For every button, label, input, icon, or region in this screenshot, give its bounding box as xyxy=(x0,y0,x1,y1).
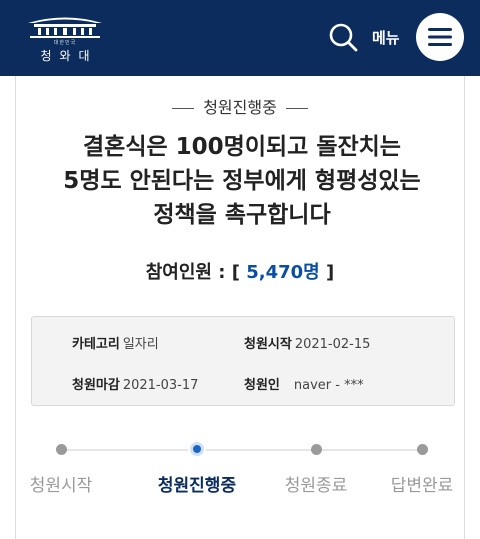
progress-step-answered[interactable]: 답변완료 xyxy=(367,440,477,496)
progress-dot-active xyxy=(190,442,204,456)
menu-label[interactable]: 메뉴 xyxy=(372,27,400,48)
info-start-label: 청원시작 xyxy=(244,337,292,352)
participant-count-value: 5,470명 xyxy=(246,262,320,283)
progress-step-in-progress[interactable]: 청원진행중 xyxy=(142,440,252,496)
info-end-value: 2021-03-17 xyxy=(122,378,199,393)
petition-progress-bar: 청원시작 청원진행중 청원종료 답변완료 xyxy=(0,440,480,500)
logo-subtitle: 대한민국 xyxy=(53,40,77,46)
info-start-value: 2021-02-15 xyxy=(294,337,371,352)
info-author: 청원인 naver - *** xyxy=(244,374,364,393)
participant-count-suffix: ] xyxy=(326,262,335,283)
progress-dot xyxy=(310,444,322,455)
petition-status-label: 청원진행중 xyxy=(203,98,277,117)
search-icon xyxy=(329,23,358,52)
progress-step-label: 청원시작 xyxy=(29,476,93,496)
search-button[interactable] xyxy=(326,20,360,54)
progress-step-closed[interactable]: 청원종료 xyxy=(261,440,371,496)
info-end-label: 청원마감 xyxy=(72,378,120,393)
site-header: 대한민국 청와대 메뉴 xyxy=(0,0,480,76)
participant-count-label: 참여인원 : [ xyxy=(145,262,240,283)
blue-house-emblem-icon xyxy=(28,17,102,38)
petition-title: 결혼식은 100명이되고 돌잔치는 5명도 안된다는 정부에게 형평성있는 정책… xyxy=(63,134,421,228)
progress-dot xyxy=(416,444,428,455)
participant-count: 참여인원 : [ 5,470명 ] xyxy=(0,258,480,284)
menu-button[interactable] xyxy=(416,13,464,61)
progress-step-label: 청원종료 xyxy=(284,476,348,496)
hamburger-icon xyxy=(428,28,452,46)
info-author-value: naver - *** xyxy=(293,378,364,393)
petition-info-box: 카테고리 일자리 청원시작 2021-02-15 청원마감 2021-03-17 청원… xyxy=(31,316,455,406)
progress-step-start[interactable]: 청원시작 xyxy=(6,440,116,496)
info-category: 카테고리 일자리 xyxy=(72,333,159,352)
status-dash-right xyxy=(285,108,308,109)
progress-step-label: 청원진행중 xyxy=(157,476,237,496)
info-category-value: 일자리 xyxy=(122,337,159,352)
info-category-label: 카테고리 xyxy=(72,337,120,352)
logo-name: 청와대 xyxy=(40,49,98,63)
progress-step-label: 답변완료 xyxy=(390,476,454,496)
petition-status: 청원진행중 xyxy=(0,94,480,117)
progress-dot xyxy=(55,444,67,455)
blue-house-logo[interactable]: 대한민국 청와대 xyxy=(20,10,110,66)
status-dash-left xyxy=(172,108,195,109)
info-start-date: 청원시작 2021-02-15 xyxy=(244,333,370,352)
info-end-date: 청원마감 2021-03-17 xyxy=(72,374,198,393)
info-author-label: 청원인 xyxy=(244,378,280,393)
